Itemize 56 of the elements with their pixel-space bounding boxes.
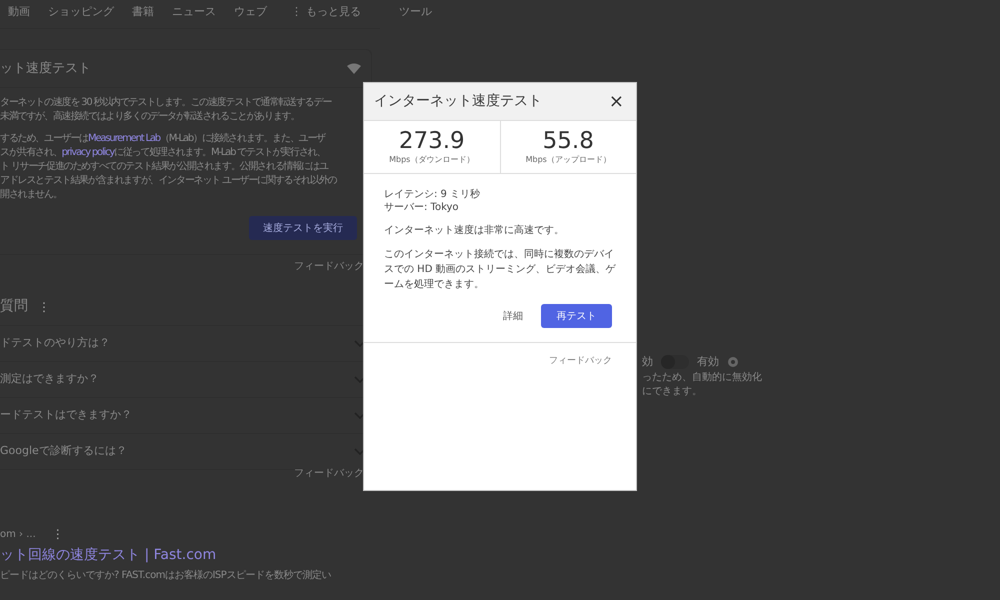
faq-question: ドテストのやり方は？ [0,335,110,352]
chevron-down-icon [354,448,366,456]
description-text: 未満ですが、高速接続ではより多くのデータが転送されることがあります。 [0,110,300,124]
setting-description: にできます。 [642,384,703,398]
result-snippet: ピードはどのくらいですか? FAST.comはお客様のISPスピードを数秒で測定い [0,568,332,583]
tools-menu[interactable]: ツール [399,4,432,20]
speed-unit: Mbps（ダウンロード） [389,154,474,166]
more-icon[interactable]: ⋮ [291,4,302,20]
link[interactable]: privacy policy [62,146,114,160]
description-text: するため、ユーザーは [0,132,88,146]
server-text: サーバー: Tokyo [384,201,460,214]
chevron-down-icon [354,340,366,348]
description-text: ト リサーチ促進のためすべてのテスト結果が公開されます。公開される情報にはユ [0,160,328,174]
speed-value: 273.9 [398,128,465,154]
chevron-down-icon [354,412,366,420]
description-text: スが共有され、 [0,146,62,160]
speed-value: 55.8 [542,128,594,154]
feedback-link[interactable]: フィードバック [549,355,612,368]
more-options-icon[interactable]: ⋮ [38,298,50,316]
toggle-label: 有効 [697,354,719,370]
more-menu[interactable]: もっと見る [306,4,361,20]
summary-text: インターネット速度は非常に高速です。 [384,224,565,237]
nav-tab[interactable]: 動画 [8,4,30,20]
nav-tab[interactable]: ショッピング [48,4,114,20]
description-text: このインターネット接続では、同時に複数のデバイスでの HD 動画のストリーミング、ビデオ会議、ゲームを処理できます。 [384,248,616,292]
description-text: 開されません。 [0,188,62,202]
more-options-icon[interactable]: ⋮ [52,525,64,543]
close-button[interactable]: × [606,92,626,110]
settings-icon[interactable] [727,356,739,368]
faq-question: 測定はできますか？ [0,371,99,388]
description-text: （M-Lab）に接続されます。また、ユーザ [160,132,325,146]
result-url: om › ... [0,528,36,542]
feedback-link[interactable]: フィードバック [294,466,364,481]
latency-text: レイテンシ: 9 ミリ秒 [384,188,482,201]
description-text: アドレスとテスト結果が含まれますが、インターネット ユーザーに関するそれ以外の [0,174,336,188]
card-title: ット速度テスト [0,60,91,78]
feedback-link[interactable]: フィードバック [294,259,364,274]
description-text: に従って処理されます。M-Lab でテストが実行され、 [114,146,326,160]
chevron-down-icon [354,376,366,384]
wifi-icon [347,63,361,74]
speed-unit: Mbps（アップロード） [526,154,611,166]
nav-tab[interactable]: ニュース [172,4,216,20]
dialog-title: インターネット速度テスト [374,92,542,111]
faq-question: ードテストはできますか？ [0,407,132,424]
nav-tab[interactable]: 書籍 [132,4,154,20]
result-title-link[interactable]: ット回線の速度テスト | Fast.com [0,545,372,566]
nav-tab[interactable]: ウェブ [234,4,267,20]
setting-description: ったため、自動的に無効化 [642,370,763,384]
toggle-label: 効 [642,354,653,370]
section-title: 質問 [0,297,28,316]
link[interactable]: Measurement Lab [88,132,160,146]
retest-button[interactable]: 再テスト [541,304,612,328]
run-test-button[interactable]: 速度テストを実行 [249,216,357,240]
description-text: ターネットの速度を 30 秒以内でテストします。この速度テストで通常転送するデー [0,96,332,110]
details-button[interactable]: 詳細 [503,308,523,324]
faq-question: Googleで診断するには？ [0,443,127,460]
